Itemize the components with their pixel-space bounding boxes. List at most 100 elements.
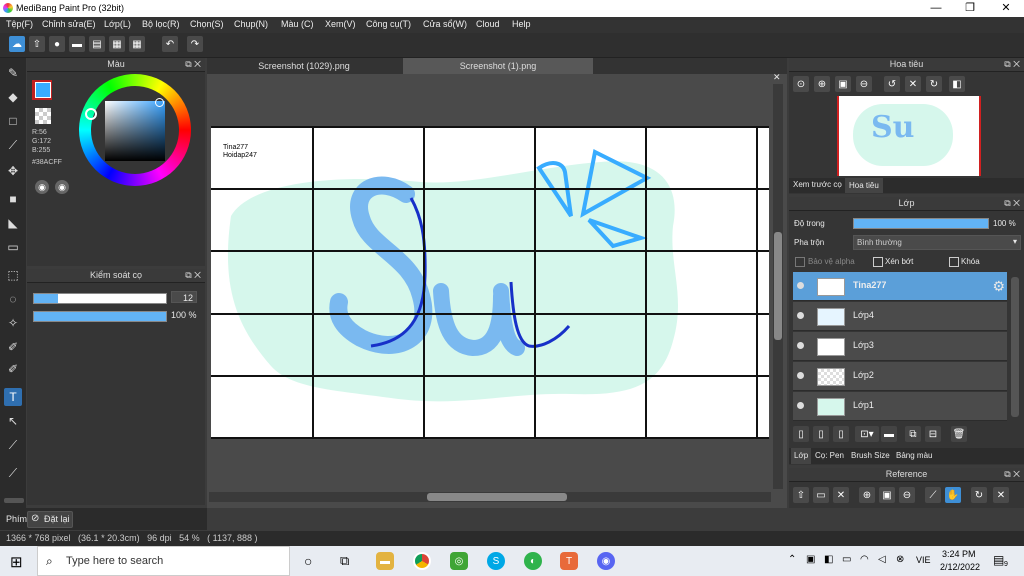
- bucket-tool-icon[interactable]: ◣: [4, 214, 22, 232]
- input-language[interactable]: VIE: [916, 555, 931, 565]
- layer-close-icon[interactable]: ⧉ ✕: [1004, 197, 1020, 210]
- tab-screenshot-1029[interactable]: Screenshot (1029).png: [209, 58, 399, 74]
- horizontal-scroll-thumb[interactable]: [427, 493, 567, 501]
- tab-close-icon[interactable]: ✕: [773, 72, 781, 83]
- sv-picker-handle[interactable]: [155, 98, 164, 107]
- navigator-close-icon[interactable]: ⧉ ✕: [1004, 58, 1020, 71]
- menu-filter[interactable]: Bộ lọc(R): [142, 19, 180, 29]
- ref-hand-icon[interactable]: ✋: [945, 487, 961, 503]
- palette-add-icon[interactable]: ◉: [55, 180, 69, 194]
- lock-checkbox[interactable]: [949, 257, 959, 267]
- panel-close-icon[interactable]: ⧉ ✕: [185, 58, 201, 71]
- protect-alpha-checkbox[interactable]: [795, 257, 805, 267]
- minimize-button[interactable]: —: [918, 0, 954, 17]
- move-tool-icon[interactable]: ✥: [4, 162, 22, 180]
- tab-navigator[interactable]: Hoa tiêu: [845, 178, 883, 193]
- palette-icon[interactable]: ◉: [35, 180, 49, 194]
- battery-icon[interactable]: ▭: [842, 554, 851, 565]
- vertical-scrollbar[interactable]: [773, 84, 783, 489]
- export-icon[interactable]: ⇧: [29, 36, 45, 52]
- discord-icon[interactable]: ◉: [597, 552, 615, 570]
- layer-row[interactable]: Lớp1: [793, 392, 1007, 421]
- merge-layer-icon[interactable]: ⊟: [925, 426, 941, 442]
- transparent-swatch[interactable]: [35, 108, 51, 124]
- flip-icon[interactable]: ◧: [949, 76, 965, 92]
- page-icon[interactable]: ▤: [89, 36, 105, 52]
- new-layer-icon[interactable]: ▯: [793, 426, 809, 442]
- rotate-right-icon[interactable]: ↻: [926, 76, 942, 92]
- reference-close-icon[interactable]: ⧉ ✕: [1004, 468, 1020, 481]
- tab-color-palette[interactable]: Bảng màu: [896, 451, 932, 460]
- volume-icon[interactable]: ◁: [878, 554, 886, 565]
- new-halftone-layer-icon[interactable]: ▯: [813, 426, 829, 442]
- brush-size-value[interactable]: 12: [171, 291, 197, 303]
- visibility-icon[interactable]: [797, 342, 804, 349]
- layer-scrollbar[interactable]: [1011, 277, 1019, 417]
- clock-date[interactable]: 2/12/2022: [940, 562, 980, 572]
- lasso-tool-icon[interactable]: ◌: [4, 290, 22, 308]
- rotate-left-icon[interactable]: ↺: [884, 76, 900, 92]
- dot-tool-icon[interactable]: ⟋: [4, 136, 22, 154]
- ref-fit-icon[interactable]: ▣: [879, 487, 895, 503]
- reset-button[interactable]: ⊘ Đặt lại: [27, 511, 73, 528]
- import-icon[interactable]: ⇧: [793, 487, 809, 503]
- file-explorer-icon[interactable]: ▬: [376, 552, 394, 570]
- menu-select[interactable]: Chọn(S): [190, 19, 224, 29]
- zoom-out-icon[interactable]: ⊖: [856, 76, 872, 92]
- vertical-scroll-thumb[interactable]: [774, 232, 782, 340]
- menu-view[interactable]: Xem(V): [325, 19, 356, 29]
- layer-row[interactable]: Lớp3: [793, 332, 1007, 361]
- menu-snap[interactable]: Chụp(N): [234, 19, 268, 29]
- brush-panel-close-icon[interactable]: ⧉ ✕: [185, 269, 201, 282]
- reset-view-icon[interactable]: ✕: [905, 76, 921, 92]
- layer-row[interactable]: Lớp2: [793, 362, 1007, 391]
- menu-layer[interactable]: Lớp(L): [104, 19, 131, 29]
- brush-tool-icon[interactable]: ✎: [4, 64, 22, 82]
- visibility-icon[interactable]: [797, 312, 804, 319]
- undo-icon[interactable]: ↶: [162, 36, 178, 52]
- layer-row[interactable]: Tina277 ⚙: [793, 272, 1007, 301]
- tray-app-icon[interactable]: ▣: [806, 554, 815, 565]
- select-rect-icon[interactable]: ⬚: [4, 266, 22, 284]
- menu-tools[interactable]: Công cụ(T): [366, 19, 411, 29]
- ref-zoom-in-icon[interactable]: ⊕: [859, 487, 875, 503]
- grid-icon[interactable]: ▦: [129, 36, 145, 52]
- select-pen-icon[interactable]: ✐: [4, 338, 22, 356]
- color-wheel[interactable]: [79, 74, 191, 186]
- layer-opacity-slider[interactable]: [853, 218, 989, 229]
- clipping-checkbox[interactable]: [873, 257, 883, 267]
- tab-brush-preview[interactable]: Xem trước cọ: [793, 180, 842, 189]
- visibility-icon[interactable]: [797, 282, 804, 289]
- menu-edit[interactable]: Chỉnh sửa(E): [42, 19, 96, 29]
- network-icon[interactable]: ◠: [860, 554, 869, 565]
- gradient-tool-icon[interactable]: ▭: [4, 238, 22, 256]
- tools-scrollbar[interactable]: [4, 498, 24, 503]
- comment-icon[interactable]: ▬: [69, 36, 85, 52]
- menu-window[interactable]: Cửa sổ(W): [423, 19, 467, 29]
- rect-tool-icon[interactable]: □: [4, 112, 22, 130]
- add-layer-menu-icon[interactable]: ⊡▾: [855, 426, 879, 442]
- eyedropper-tool-icon[interactable]: ⟋: [4, 436, 22, 454]
- skype-icon[interactable]: S: [487, 552, 505, 570]
- hue-picker-handle[interactable]: [85, 108, 97, 120]
- tray-chevron-icon[interactable]: ⌃: [788, 554, 796, 565]
- visibility-icon[interactable]: [797, 372, 804, 379]
- tab-screenshot-1[interactable]: Screenshot (1).png: [403, 58, 593, 74]
- tab-brush[interactable]: Cọ: Pen: [815, 451, 844, 460]
- saturation-value-square[interactable]: [105, 101, 165, 161]
- menu-color[interactable]: Màu (C): [281, 19, 314, 29]
- tray-camera-icon[interactable]: ◧: [824, 554, 833, 565]
- maximize-button[interactable]: ❐: [952, 0, 988, 17]
- redo-icon[interactable]: ↷: [187, 36, 203, 52]
- ref-reset-icon[interactable]: ✕: [993, 487, 1009, 503]
- text-tool-icon[interactable]: T: [4, 388, 22, 406]
- teams-icon[interactable]: T: [560, 552, 578, 570]
- folder-icon[interactable]: ▬: [881, 426, 897, 442]
- zoom-in-icon[interactable]: ⊕: [814, 76, 830, 92]
- open-folder-icon[interactable]: ▭: [813, 487, 829, 503]
- chrome-icon[interactable]: [413, 552, 431, 570]
- menu-file[interactable]: Tệp(F): [6, 19, 33, 29]
- cortana-icon[interactable]: ○: [304, 553, 312, 569]
- search-box[interactable]: ⌕ Type here to search: [37, 546, 290, 576]
- visibility-icon[interactable]: [797, 402, 804, 409]
